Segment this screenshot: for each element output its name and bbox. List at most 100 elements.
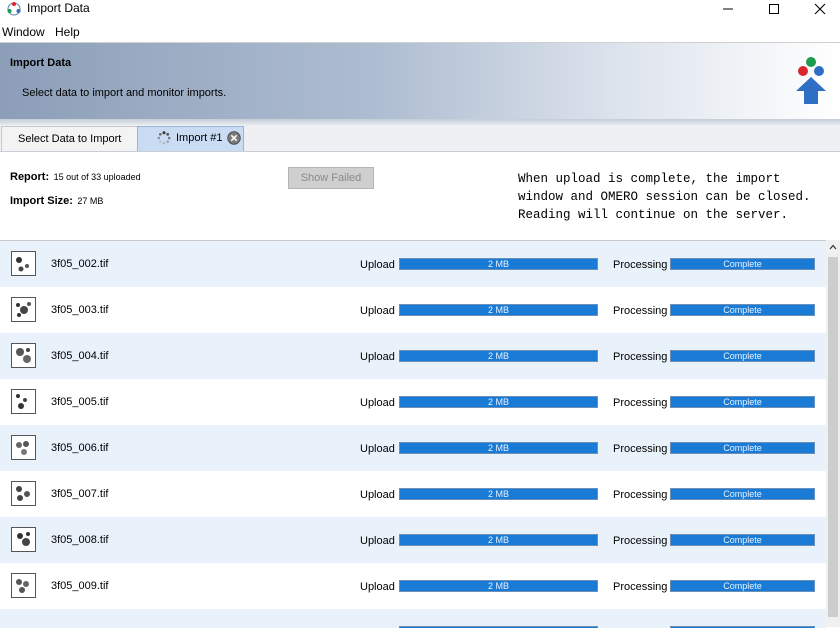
image-thumbnail-icon [11,389,36,414]
processing-status: Complete [723,305,762,315]
scrollbar[interactable] [826,240,840,627]
banner-title: Import Data [10,57,72,69]
upload-label: Upload [360,397,395,409]
banner-description: Select data to import and monitor import… [22,87,227,99]
omero-app-icon [7,2,21,16]
import-size-value: 27 MB [77,196,104,206]
processing-status-bar: Complete [670,304,815,316]
file-name: 3f05_003.tif [51,304,109,316]
file-name: 3f05_002.tif [51,258,109,270]
upload-notice: When upload is complete, the import wind… [518,172,811,222]
file-row[interactable]: 3f05_009.tif Upload 2 MB Processing Complete [0,563,826,609]
upload-size: 2 MB [487,443,509,453]
report-label: Report: [10,171,50,183]
upload-size: 2 MB [487,489,509,499]
import-size-label: Import Size: [10,195,73,207]
file-row[interactable]: 3f05_007.tif Upload 2 MB Processing Complete [0,471,826,517]
upload-size: 2 MB [487,535,509,545]
upload-label: Upload [360,443,395,455]
processing-label: Processing [613,443,668,455]
menu-help[interactable]: Help [55,25,80,39]
show-failed-button[interactable]: Show Failed [288,167,374,189]
file-name: 3f05_009.tif [51,580,109,592]
file-name: 3f05_006.tif [51,442,109,454]
file-row[interactable]: 3f05_005.tif Upload 2 MB Processing Complete [0,379,826,425]
tab-bar: Select Data to Import Import #1 [0,125,840,152]
processing-label: Processing [613,351,668,363]
upload-label: Upload [360,259,395,271]
file-name: 3f05_007.tif [51,488,109,500]
processing-status-bar: Complete [670,534,815,546]
file-row[interactable] [0,609,826,628]
processing-status: Complete [723,535,762,545]
omero-import-logo-icon [796,57,826,104]
maximize-button[interactable] [751,0,797,18]
processing-status-bar: Complete [670,580,815,592]
processing-status-bar: Complete [670,258,815,270]
processing-status: Complete [723,581,762,591]
upload-progress-bar: 2 MB [399,580,598,592]
processing-label: Processing [613,259,668,271]
menu-bar: Window Help [0,22,840,43]
report-value: 15 out of 33 uploaded [53,172,141,182]
maximize-icon [769,4,779,14]
upload-label: Upload [360,581,395,593]
file-name: 3f05_005.tif [51,396,109,408]
close-tab-icon[interactable] [227,131,241,145]
image-thumbnail-icon [11,343,36,368]
image-thumbnail-icon [11,527,36,552]
close-button[interactable] [797,0,840,18]
minimize-icon [723,8,733,10]
tab-import-1[interactable]: Import #1 [137,126,244,151]
title-bar: Import Data [0,0,840,22]
image-thumbnail-icon [11,573,36,598]
tab-select-data[interactable]: Select Data to Import [1,126,139,151]
image-thumbnail-icon [11,435,36,460]
processing-label: Processing [613,489,668,501]
file-name: 3f05_004.tif [51,350,109,362]
upload-label: Upload [360,489,395,501]
upload-label: Upload [360,351,395,363]
file-row[interactable]: 3f05_004.tif Upload 2 MB Processing Complete [0,333,826,379]
upload-progress-bar: 2 MB [399,350,598,362]
upload-progress-bar: 2 MB [399,442,598,454]
loading-spinner-icon [157,131,171,145]
scroll-up-icon[interactable] [829,244,837,250]
processing-status-bar: Complete [670,350,815,362]
menu-window[interactable]: Window [2,25,45,39]
upload-progress-bar: 2 MB [399,258,598,270]
image-thumbnail-icon [11,481,36,506]
processing-status: Complete [723,351,762,361]
import-summary: Report: 15 out of 33 uploaded Import Siz… [0,152,840,240]
processing-label: Processing [613,397,668,409]
processing-status-bar: Complete [670,396,815,408]
tab-select-data-label: Select Data to Import [18,133,122,145]
processing-label: Processing [613,305,668,317]
upload-size: 2 MB [487,351,509,361]
file-list: 3f05_002.tif Upload 2 MB Processing Complete… [0,240,826,628]
file-row[interactable]: 3f05_008.tif Upload 2 MB Processing Complete [0,517,826,563]
upload-size: 2 MB [487,397,509,407]
processing-label: Processing [613,535,668,547]
image-thumbnail-icon [11,297,36,322]
upload-progress-bar: 2 MB [399,488,598,500]
upload-progress-bar: 2 MB [399,396,598,408]
window-title: Import Data [27,1,90,15]
file-row[interactable]: 3f05_006.tif Upload 2 MB Processing Complete [0,425,826,471]
processing-status: Complete [723,443,762,453]
file-row[interactable]: 3f05_003.tif Upload 2 MB Processing Complete [0,287,826,333]
processing-status: Complete [723,259,762,269]
processing-status: Complete [723,489,762,499]
upload-label: Upload [360,535,395,547]
import-size-line: Import Size: 27 MB [10,191,103,209]
header-banner: Import Data Select data to import and mo… [0,43,840,119]
scrollbar-thumb[interactable] [828,257,838,617]
minimize-button[interactable] [705,0,751,18]
processing-status-bar: Complete [670,488,815,500]
image-thumbnail-icon [11,251,36,276]
processing-status: Complete [723,397,762,407]
file-row[interactable]: 3f05_002.tif Upload 2 MB Processing Complete [0,241,826,287]
tab-import-1-label: Import #1 [176,132,223,144]
upload-progress-bar: 2 MB [399,304,598,316]
report-line: Report: 15 out of 33 uploaded [10,167,141,185]
